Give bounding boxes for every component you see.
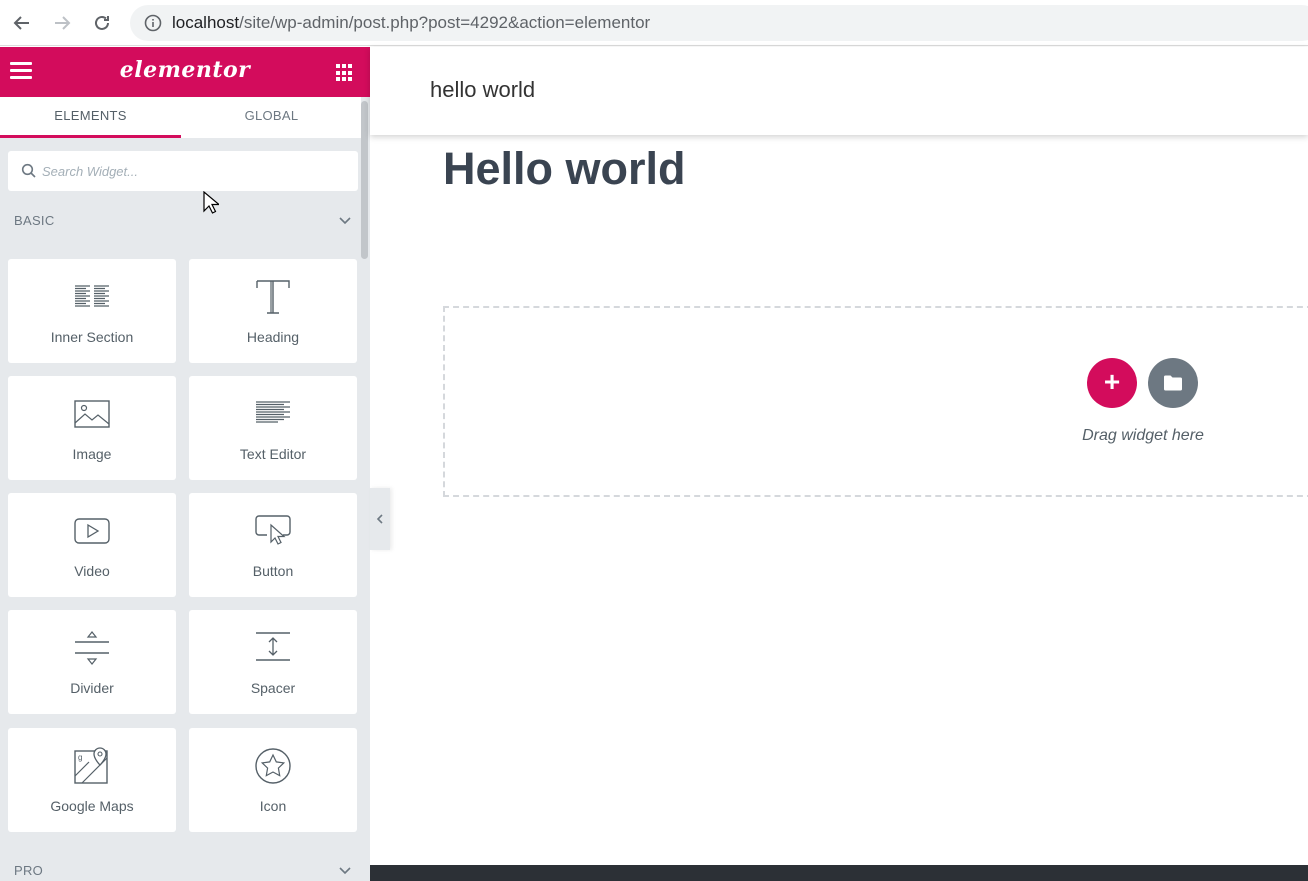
button-icon bbox=[255, 515, 291, 545]
google-maps-icon: g bbox=[74, 747, 108, 784]
address-bar[interactable]: localhost/site/wp-admin/post.php?post=42… bbox=[130, 5, 1308, 41]
image-icon bbox=[74, 400, 110, 428]
inner-section-icon bbox=[75, 285, 109, 307]
drag-widget-hint: Drag widget here bbox=[1082, 427, 1204, 444]
search-box bbox=[8, 151, 358, 191]
chevron-down-icon[interactable] bbox=[338, 216, 352, 226]
video-icon bbox=[74, 518, 110, 544]
url-path: /site/wp-admin/post.php?post=4292&action… bbox=[239, 13, 651, 32]
add-template-button[interactable] bbox=[1148, 358, 1198, 408]
divider-icon bbox=[75, 631, 109, 665]
forward-button[interactable] bbox=[50, 11, 74, 35]
widget-label: Heading bbox=[246, 329, 300, 345]
heading-icon bbox=[256, 280, 290, 314]
text-editor-icon bbox=[256, 401, 290, 423]
widget-label: Divider bbox=[70, 680, 114, 696]
elementor-logo: elementor bbox=[119, 57, 251, 83]
widget-text-editor[interactable]: Text Editor bbox=[189, 376, 357, 480]
svg-text:g: g bbox=[78, 753, 82, 762]
site-header: hello world bbox=[370, 47, 1308, 135]
widget-spacer[interactable]: Spacer bbox=[189, 610, 357, 714]
widget-google-maps[interactable]: g Google Maps bbox=[8, 728, 176, 832]
widgets-grid-icon[interactable] bbox=[336, 64, 354, 82]
arrow-right-icon bbox=[55, 16, 71, 30]
panel-tabs: ELEMENTS GLOBAL bbox=[0, 97, 362, 138]
widget-inner-section[interactable]: Inner Section bbox=[8, 259, 176, 363]
editor-preview: hello world Hello world + Drag widget he… bbox=[370, 47, 1308, 881]
page-title: Hello world bbox=[443, 143, 686, 194]
info-icon[interactable] bbox=[144, 14, 162, 32]
panel-scrollbar[interactable] bbox=[361, 97, 368, 881]
tab-global[interactable]: GLOBAL bbox=[181, 97, 362, 138]
widget-video[interactable]: Video bbox=[8, 493, 176, 597]
panel-header: elementor bbox=[0, 47, 370, 97]
category-pro-title[interactable]: PRO bbox=[14, 863, 43, 878]
category-basic-title[interactable]: BASIC bbox=[14, 213, 55, 228]
chevron-down-icon[interactable] bbox=[338, 866, 352, 876]
url-host: localhost bbox=[172, 13, 240, 32]
widget-label: Button bbox=[252, 563, 294, 579]
widget-divider[interactable]: Divider bbox=[8, 610, 176, 714]
tab-elements[interactable]: ELEMENTS bbox=[0, 97, 181, 138]
widget-image[interactable]: Image bbox=[8, 376, 176, 480]
widget-label: Text Editor bbox=[239, 446, 307, 462]
reload-icon bbox=[95, 15, 109, 30]
panel-collapse-toggle[interactable] bbox=[370, 488, 390, 550]
widget-label: Icon bbox=[259, 798, 287, 814]
add-section-button[interactable]: + bbox=[1087, 358, 1137, 408]
url-text[interactable]: localhost/site/wp-admin/post.php?post=42… bbox=[172, 13, 650, 33]
spacer-icon bbox=[256, 632, 290, 661]
widget-label: Inner Section bbox=[50, 329, 134, 345]
widget-button[interactable]: Button bbox=[189, 493, 357, 597]
reload-button[interactable] bbox=[90, 11, 114, 35]
mouse-cursor-icon bbox=[203, 191, 219, 214]
folder-icon bbox=[1164, 375, 1182, 391]
widget-label: Video bbox=[74, 563, 110, 579]
widget-label: Spacer bbox=[250, 680, 296, 696]
widget-heading[interactable]: Heading bbox=[189, 259, 357, 363]
widget-label: Google Maps bbox=[50, 798, 134, 814]
widget-icon[interactable]: Icon bbox=[189, 728, 357, 832]
site-footer bbox=[370, 865, 1308, 881]
scrollbar-thumb[interactable] bbox=[361, 101, 368, 259]
widget-label: Image bbox=[72, 446, 112, 462]
chevron-left-icon bbox=[376, 514, 383, 524]
search-icon bbox=[21, 163, 36, 178]
arrow-left-icon bbox=[13, 16, 29, 30]
site-title[interactable]: hello world bbox=[430, 77, 535, 103]
star-icon bbox=[255, 748, 291, 784]
elementor-panel: elementor ELEMENTS GLOBAL BASIC Inner Se… bbox=[0, 47, 370, 881]
back-button[interactable] bbox=[10, 11, 34, 35]
search-input[interactable] bbox=[42, 157, 342, 185]
browser-toolbar: localhost/site/wp-admin/post.php?post=42… bbox=[0, 0, 1308, 46]
